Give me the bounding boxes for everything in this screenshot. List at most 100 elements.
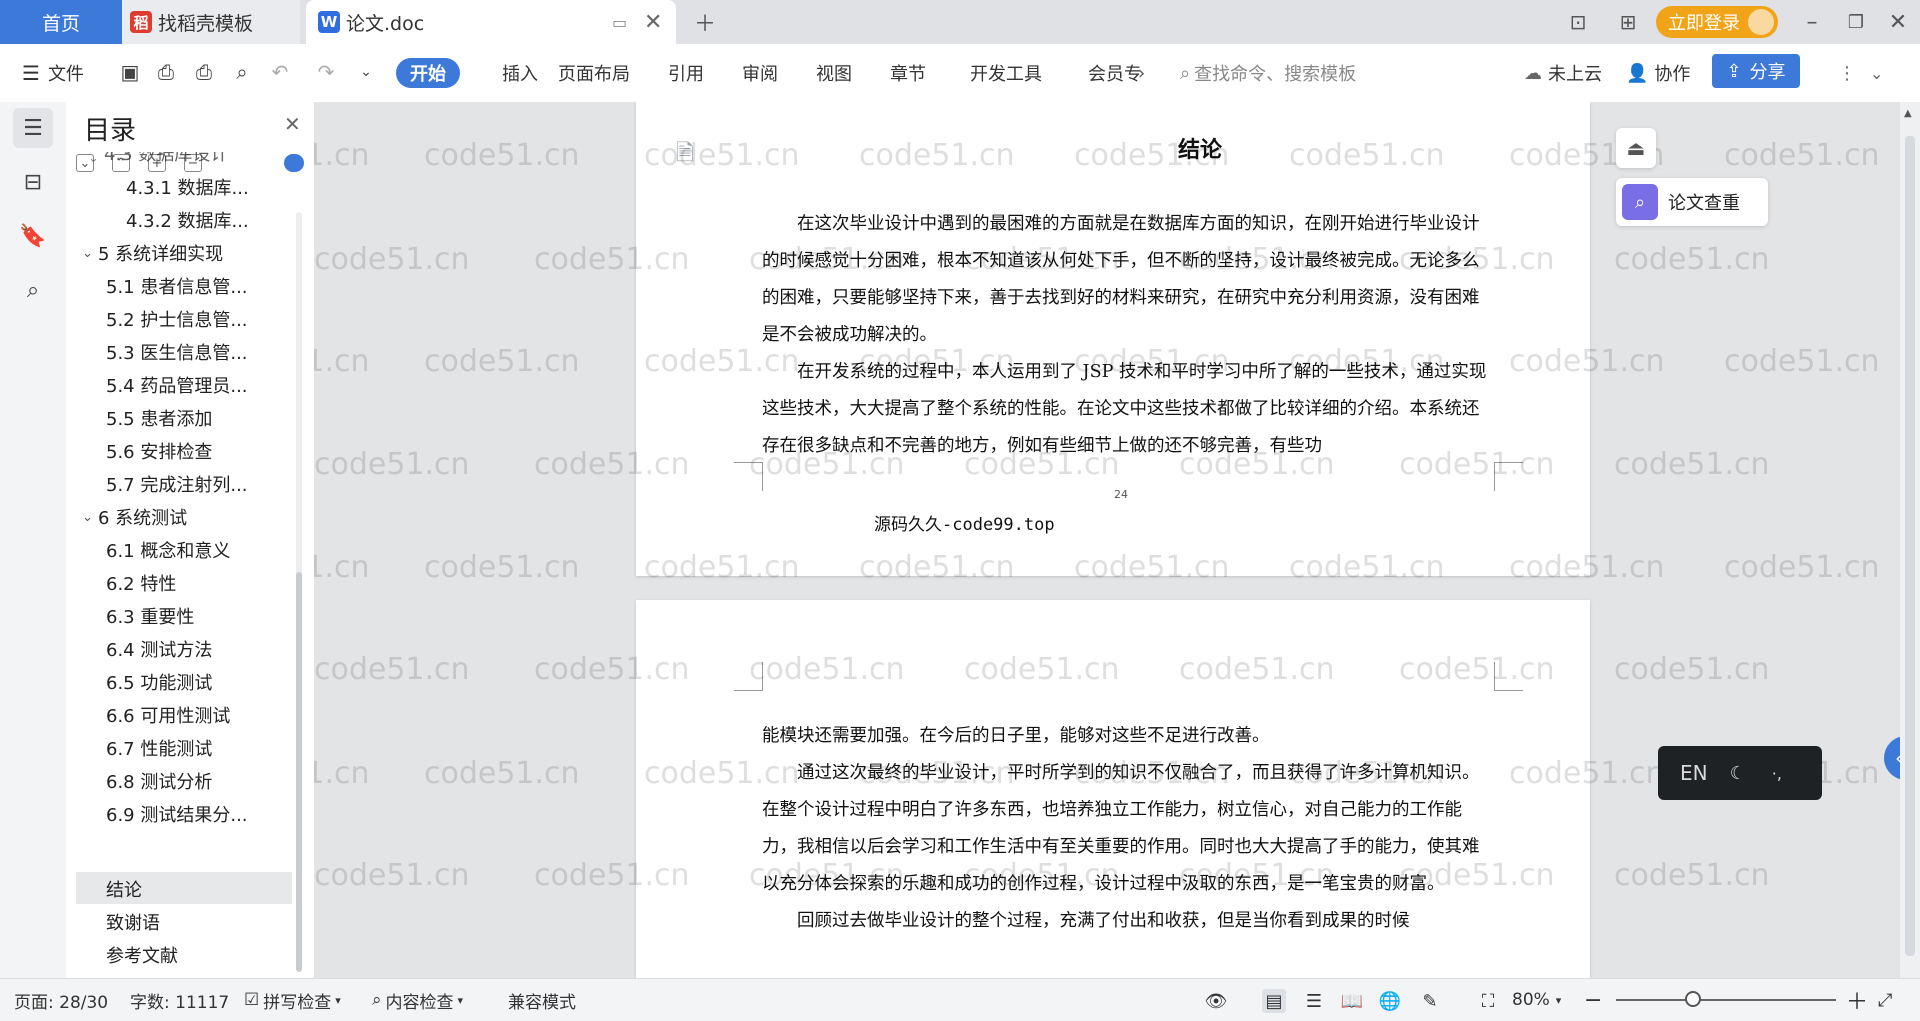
cloud-status[interactable]: ☁ 未上云 xyxy=(1524,44,1602,102)
find-icon[interactable]: ⌕ xyxy=(13,270,53,310)
toc-item[interactable]: 6.5 功能测试 xyxy=(106,667,212,697)
toc-scrollbar-thumb[interactable] xyxy=(296,572,302,972)
content-check-button[interactable]: ⌕ 内容检查 ▾ xyxy=(372,979,463,1021)
more-options-icon[interactable]: ⋮ xyxy=(1838,44,1856,102)
new-tab-icon[interactable]: ＋ xyxy=(690,0,720,44)
word-count[interactable]: 字数: 11117 xyxy=(130,979,229,1021)
file-menu[interactable]: ☰ 文件 xyxy=(22,44,84,102)
ime-toolbar[interactable]: EN ☾ ·, xyxy=(1658,746,1822,800)
tab-chapter[interactable]: 章节 xyxy=(890,44,926,102)
export-pdf-icon[interactable]: ⎙ xyxy=(152,58,180,86)
bookmark-icon[interactable]: 🔖 xyxy=(13,216,53,256)
toc-item[interactable]: ⌄ 5 系统详细实现 xyxy=(82,238,223,268)
close-tab-icon[interactable]: ✕ xyxy=(644,10,662,35)
page-doc-icon[interactable]: 🗎 xyxy=(676,136,694,174)
outline-view-icon[interactable]: ☰ xyxy=(1302,989,1326,1013)
close-window-icon[interactable]: ✕ xyxy=(1880,0,1916,44)
chevron-down-icon[interactable]: ⌄ xyxy=(352,58,380,86)
toc-item[interactable]: 6.2 特性 xyxy=(106,568,176,598)
share-button[interactable]: ⇪ 分享 xyxy=(1712,54,1800,88)
tab-view[interactable]: 视图 xyxy=(816,44,852,102)
spell-check-button[interactable]: ☑ 拼写检查 ▾ xyxy=(244,979,341,1021)
search-icon: ⌕ xyxy=(1180,62,1191,84)
docer-logo-icon: 稻 xyxy=(130,11,152,33)
tab-document[interactable]: W 论文.doc ▭ ✕ xyxy=(306,0,676,44)
layout-toggle-icon[interactable]: ⊡ xyxy=(1558,0,1598,44)
toc-item[interactable]: 参考文献 xyxy=(106,940,178,970)
moon-icon[interactable]: ☾ xyxy=(1730,763,1746,784)
file-menu-label: 文件 xyxy=(47,64,84,85)
tab-member[interactable]: 会员专 xyxy=(1088,44,1142,102)
compat-mode: 兼容模式 xyxy=(508,992,576,1013)
monitor-icon[interactable]: ▭ xyxy=(612,13,627,32)
apps-grid-icon[interactable]: ⊞ xyxy=(1608,0,1648,44)
more-tabs-icon[interactable]: › xyxy=(1138,44,1145,102)
chapter-nav-icon[interactable]: ⊟ xyxy=(13,162,53,202)
plagiarism-check-button[interactable]: ⌕ 论文查重 xyxy=(1616,178,1768,226)
toc-item[interactable]: 5.4 药品管理员... xyxy=(106,370,248,400)
fit-page-icon[interactable]: ⛶ xyxy=(1476,989,1500,1013)
page-view-icon[interactable]: ▤ xyxy=(1262,989,1286,1013)
login-button[interactable]: 立即登录 xyxy=(1656,6,1778,38)
ime-language: EN xyxy=(1680,761,1708,785)
vertical-scrollbar-thumb[interactable] xyxy=(1905,136,1915,956)
zoom-in-button[interactable]: ＋ xyxy=(1846,979,1868,1021)
toc-item[interactable]: 6.4 测试方法 xyxy=(106,634,212,664)
toc-item[interactable]: 5.7 完成注射列... xyxy=(106,469,248,499)
page-indicator[interactable]: 页面: 28/30 xyxy=(14,979,108,1021)
toc-item[interactable]: 6.8 测试分析 xyxy=(106,766,212,796)
zoom-level[interactable]: 80% ▾ xyxy=(1512,979,1561,1021)
tab-page-layout[interactable]: 页面布局 xyxy=(558,44,630,102)
web-view-icon[interactable]: 🌐 xyxy=(1378,989,1402,1013)
redo-icon[interactable]: ↷ xyxy=(312,58,340,86)
toc-item[interactable]: 5.5 患者添加 xyxy=(106,403,212,433)
zoom-slider[interactable] xyxy=(1616,999,1836,1001)
restore-icon[interactable]: ❐ xyxy=(1838,0,1874,44)
toc-item[interactable]: 4.3.2 数据库... xyxy=(126,205,249,235)
collapse-panel-icon[interactable]: ⏏ xyxy=(1616,128,1656,168)
collapse-ribbon-icon[interactable]: ⌄ xyxy=(1870,44,1883,102)
undo-icon[interactable]: ↶ xyxy=(266,58,294,86)
command-search[interactable]: ⌕ 查找命令、搜索模板 xyxy=(1180,44,1356,102)
close-icon[interactable]: ✕ xyxy=(284,112,301,136)
smart-toc-icon[interactable] xyxy=(284,154,304,172)
toc-panel-icon[interactable]: ☰ xyxy=(13,108,53,148)
toc-item[interactable]: 6.3 重要性 xyxy=(106,601,194,631)
vertical-scrollbar[interactable]: ▲ xyxy=(1900,102,1920,978)
eye-protection-icon[interactable]: 👁 xyxy=(1204,989,1228,1013)
tab-insert[interactable]: 插入 xyxy=(502,44,538,102)
tab-developer[interactable]: 开发工具 xyxy=(970,44,1042,102)
toc-item[interactable]: 4.3.1 数据库... xyxy=(126,172,249,202)
tab-document-label: 论文.doc xyxy=(346,12,425,35)
tab-review[interactable]: 审阅 xyxy=(742,44,778,102)
toc-item[interactable]: 6.6 可用性测试 xyxy=(106,700,230,730)
reading-view-icon[interactable]: 📖 xyxy=(1340,989,1364,1013)
fullscreen-icon[interactable]: ⤢ xyxy=(1878,979,1892,1021)
toc-item[interactable]: 6.1 概念和意义 xyxy=(106,535,230,565)
tab-template[interactable]: 稻 找稻壳模板 xyxy=(122,0,300,44)
toc-item[interactable]: 6.9 测试结果分... xyxy=(106,799,248,829)
collab-button[interactable]: 👤 协作 xyxy=(1626,44,1690,102)
toc-item[interactable]: 6.7 性能测试 xyxy=(106,733,212,763)
zoom-out-button[interactable]: − xyxy=(1584,979,1602,1021)
toc-item[interactable]: 5.1 患者信息管... xyxy=(106,271,248,301)
tab-home[interactable]: 首页 xyxy=(0,0,122,44)
toc-item[interactable]: ⌄ 6 系统测试 xyxy=(82,502,187,532)
toc-item-selected[interactable]: 结论 xyxy=(106,874,142,904)
toc-item[interactable]: ⌄ 4.3 数据库设计 xyxy=(88,152,228,166)
save-icon[interactable]: ▣ xyxy=(116,58,144,86)
minimize-icon[interactable]: – xyxy=(1794,0,1830,44)
toc-item[interactable]: 5.2 护士信息管... xyxy=(106,304,248,334)
toc-item[interactable]: 5.3 医生信息管... xyxy=(106,337,248,367)
tab-start[interactable]: 开始 xyxy=(396,58,460,88)
tab-references[interactable]: 引用 xyxy=(668,44,704,102)
paragraph: 回顾过去做毕业设计的整个过程，充满了付出和收获，但是当你看到成果的时候 xyxy=(797,911,1410,931)
zoom-slider-thumb[interactable] xyxy=(1685,991,1701,1007)
print-preview-icon[interactable]: ⌕ xyxy=(228,58,256,86)
toc-item[interactable]: 5.6 安排检查 xyxy=(106,436,212,466)
punctuation-icon[interactable]: ·, xyxy=(1772,764,1782,783)
toc-item[interactable]: 致谢语 xyxy=(106,907,160,937)
write-mode-icon[interactable]: ✎ xyxy=(1418,989,1442,1013)
scroll-up-icon[interactable]: ▲ xyxy=(1904,108,1912,119)
print-icon[interactable]: ⎙ xyxy=(190,58,218,86)
